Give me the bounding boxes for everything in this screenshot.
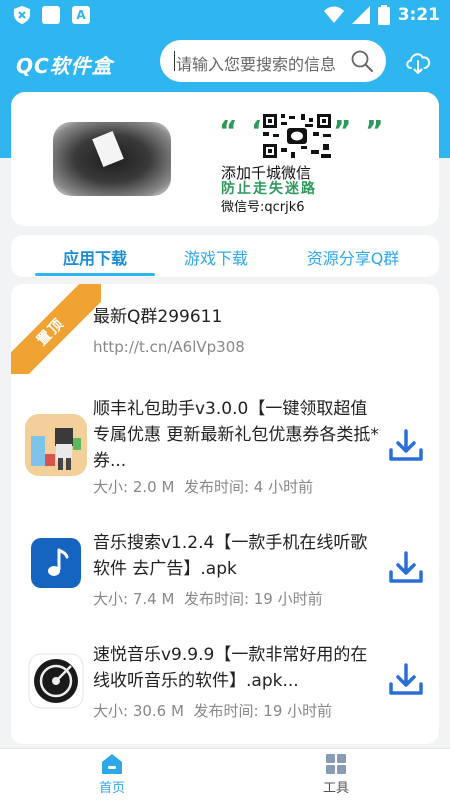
item-meta: 大小: 2.0 M 发布时间: 4 小时前: [93, 476, 313, 497]
app-list: 置顶 最新Q群299611 http://t.cn/A6lVp308 顺丰礼包助…: [11, 284, 439, 744]
promo-banner[interactable]: “ “ ” ” 添加千城微信 防止走失迷路 微信号:qcrjk6: [11, 92, 439, 226]
tab-game-download[interactable]: 游戏下载: [161, 245, 271, 269]
gift-app-icon: [25, 414, 87, 476]
nav-tools[interactable]: 工具: [306, 753, 366, 796]
item-size: 大小: 30.6 M: [93, 702, 184, 720]
cloud-download-icon[interactable]: [404, 48, 432, 76]
pinned-ribbon: 置顶: [11, 284, 101, 374]
item-meta: 大小: 7.4 M 发布时间: 19 小时前: [93, 588, 323, 609]
item-size: 大小: 2.0 M: [93, 478, 175, 496]
item-meta: 大小: 30.6 M 发布时间: 19 小时前: [93, 700, 332, 721]
signal-icon: [351, 6, 370, 24]
search-icon[interactable]: [350, 49, 374, 73]
status-time: 3:21: [397, 5, 440, 25]
nav-tools-label: 工具: [322, 781, 349, 796]
app-logo: QC软件盒: [16, 54, 113, 78]
home-icon: [102, 754, 122, 774]
search-placeholder: 请输入您要搜索的信息: [176, 55, 337, 74]
app-header: QC软件盒 请输入您要搜索的信息: [0, 32, 450, 92]
text-cursor: [174, 51, 175, 71]
vinyl-app-icon: [25, 650, 87, 712]
tools-grid-icon: [326, 754, 346, 774]
item-time: 发布时间: 4 小时前: [183, 478, 314, 496]
notification-a-icon: A: [72, 6, 90, 24]
tab-app-download[interactable]: 应用下载: [35, 245, 155, 269]
item-size: 大小: 7.4 M: [93, 590, 175, 608]
item-time: 发布时间: 19 小时前: [193, 702, 333, 720]
shield-icon: [14, 6, 30, 24]
pinned-badge: 置顶: [11, 284, 101, 374]
item-title: 速悦音乐v9.9.9【一款非常好用的在线收听音乐的软件】.apk...: [93, 645, 368, 691]
download-icon[interactable]: [388, 550, 424, 586]
item-title: 顺丰礼包助手v3.0.0【一键领取超值专属优惠 更新最新礼包优惠券各类抵*券..…: [93, 399, 379, 471]
item-time: 发布时间: 19 小时前: [183, 590, 323, 608]
wifi-icon: [323, 6, 344, 23]
tab-resource-qq-group[interactable]: 资源分享Q群: [283, 245, 423, 269]
category-tabs: 应用下载 游戏下载 资源分享Q群: [11, 235, 439, 277]
search-input[interactable]: 请输入您要搜索的信息: [160, 40, 386, 82]
banner-line-2: 防止走失迷路: [221, 181, 317, 197]
pinned-title: 最新Q群299611: [93, 307, 223, 327]
pinned-link[interactable]: http://t.cn/A6lVp308: [93, 336, 245, 358]
banner-photo: [53, 122, 171, 196]
banner-line-3: 微信号:qcrjk6: [221, 200, 305, 215]
nav-home-label: 首页: [98, 781, 125, 796]
quote-close: ” ”: [333, 114, 386, 147]
notification-square-icon: [42, 6, 60, 24]
bottom-nav: 首页 工具: [0, 748, 450, 800]
item-title: 音乐搜索v1.2.4【一款手机在线听歌软件 去广告】.apk: [93, 533, 368, 579]
nav-home[interactable]: 首页: [82, 753, 142, 796]
download-icon[interactable]: [388, 662, 424, 698]
music-note-app-icon: [25, 532, 87, 594]
status-bar: A 3:21: [0, 0, 450, 32]
wechat-qr-code: [261, 112, 333, 160]
tab-active-indicator: [35, 273, 155, 276]
download-icon[interactable]: [388, 428, 424, 464]
battery-icon: [377, 5, 390, 25]
